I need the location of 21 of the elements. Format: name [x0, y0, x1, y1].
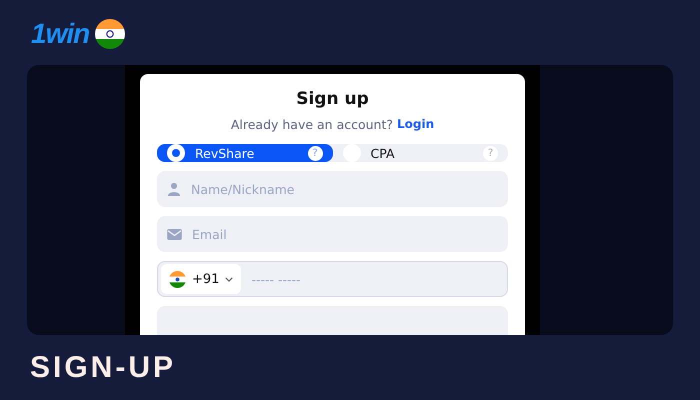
chevron-down-icon — [225, 276, 234, 282]
email-input[interactable]: Email — [190, 226, 498, 242]
logo: 1win — [31, 18, 90, 50]
name-field[interactable]: Name/Nickname — [157, 171, 508, 207]
login-link[interactable]: Login — [397, 117, 434, 132]
subtitle: Already have an account? — [230, 117, 394, 132]
phone-field[interactable]: +91 ----- ----- — [157, 261, 508, 297]
flag-icon — [95, 19, 126, 49]
input-field[interactable] — [157, 306, 508, 335]
plan-option[interactable]: RevShare ? — [157, 144, 332, 162]
plan-option[interactable]: CPA ? — [332, 144, 508, 162]
email-field[interactable]: Email — [157, 216, 508, 252]
name-input[interactable]: Name/Nickname — [189, 180, 498, 198]
flag-icon — [169, 270, 186, 288]
country-code-select[interactable]: +91 — [161, 264, 242, 294]
phone-input[interactable]: ----- ----- — [249, 270, 504, 288]
form-title: Sign up — [296, 89, 369, 109]
envelope-icon — [167, 228, 182, 240]
person-icon — [167, 182, 181, 196]
caption-title: SIGN-UP — [30, 351, 178, 385]
radio-button[interactable] — [167, 144, 185, 162]
